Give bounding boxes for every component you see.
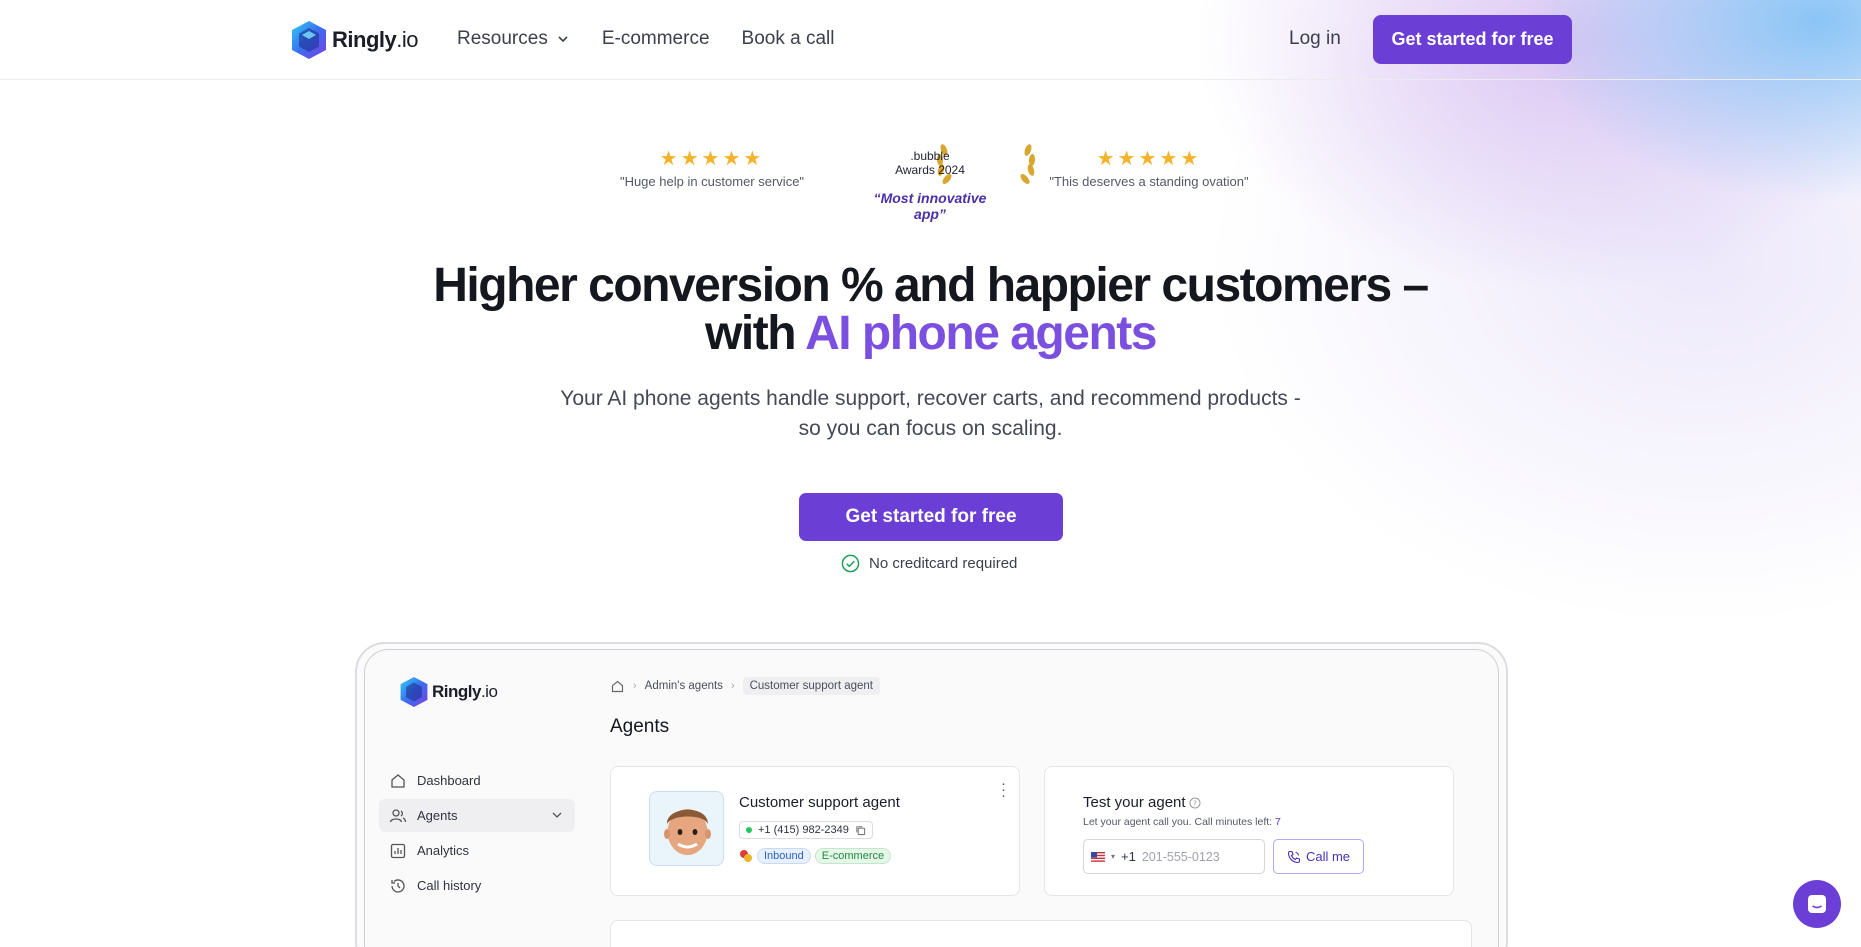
sidebar-item-label: Call history	[417, 878, 482, 893]
phone-placeholder: 201-555-0123	[1141, 849, 1220, 864]
award-brand: .bubble	[910, 149, 950, 163]
login-link[interactable]: Log in	[1289, 28, 1341, 50]
call-me-label: Call me	[1305, 849, 1351, 864]
sidebar-item-call-history[interactable]: Call history	[379, 869, 575, 902]
sidebar-item-label: Agents	[417, 808, 458, 823]
page-title: Agents	[610, 716, 670, 737]
headline-line-1: Higher conversion % and happier customer…	[433, 259, 1429, 312]
sidebar-item-label: Dashboard	[417, 773, 481, 788]
nav-links: Resources E-commerce Book a call	[457, 28, 834, 50]
test-agent-card: Test your agent ? Let your agent call yo…	[1044, 766, 1454, 896]
subheading-line-2: so you can focus on scaling.	[798, 417, 1063, 440]
laurel-icon: .bubble Awards 2024	[874, 140, 1036, 188]
country-code: +1	[1121, 849, 1136, 864]
chevron-down-icon	[552, 812, 562, 818]
bubble-award: .bubble Awards 2024 “Most innovative app”	[860, 140, 1036, 222]
call-minutes-info: Let your agent call you. Call minutes le…	[1083, 816, 1281, 828]
more-options-icon[interactable]: · · ·	[1001, 776, 1006, 803]
review-left: ★★★★★ "Huge help in customer service"	[618, 146, 806, 189]
chevron-down-icon[interactable]: ▾	[1111, 852, 1115, 861]
get-started-nav-button[interactable]: Get started for free	[1373, 15, 1572, 64]
call-minutes-label: Let your agent call you. Call minutes le…	[1083, 816, 1276, 828]
app-logo-main: Ringly	[432, 682, 481, 701]
award-year: Awards 2024	[895, 163, 965, 177]
review-quote: "Huge help in customer service"	[619, 174, 805, 189]
hero-headline: Higher conversion % and happier customer…	[0, 262, 1861, 358]
chat-launcher-button[interactable]	[1793, 880, 1841, 928]
chart-icon	[390, 843, 406, 858]
nav-ecommerce[interactable]: E-commerce	[602, 28, 710, 50]
nav-book-call[interactable]: Book a call	[742, 28, 835, 50]
app-preview-screen: Ringly.io Dashboard Agents Analytics Cal…	[364, 649, 1499, 947]
copy-icon[interactable]	[855, 825, 866, 836]
language-flags-icon	[740, 850, 752, 862]
chevron-right-icon: ›	[730, 680, 735, 692]
tag-inbound: Inbound	[757, 848, 811, 864]
app-preview-frame: Ringly.io Dashboard Agents Analytics Cal…	[355, 642, 1508, 947]
headline-accent: AI phone agents	[805, 307, 1157, 360]
sidebar-item-dashboard[interactable]: Dashboard	[379, 764, 575, 797]
agent-name: Customer support agent	[739, 794, 900, 811]
clock-icon	[391, 878, 405, 893]
agent-phone: +1 (415) 982-2349	[739, 821, 873, 839]
status-dot-icon	[746, 827, 752, 833]
svg-text:?: ?	[1193, 799, 1197, 807]
star-rating: ★★★★★	[659, 148, 765, 170]
call-me-button[interactable]: Call me	[1273, 839, 1364, 874]
sidebar-item-agents[interactable]: Agents	[379, 799, 575, 832]
review-right: ★★★★★ "This deserves a standing ovation"	[1043, 146, 1255, 189]
test-agent-title: Test your agent ?	[1083, 794, 1201, 811]
agent-phone-number: +1 (415) 982-2349	[758, 824, 849, 836]
nav-resources[interactable]: Resources	[457, 28, 570, 50]
breadcrumb-parent[interactable]: Admin's agents	[645, 680, 723, 692]
award-quote: “Most innovative app”	[873, 190, 987, 222]
headline-line-2: with	[705, 307, 806, 360]
breadcrumb: › Admin's agents › Customer support agen…	[610, 677, 880, 695]
app-sidebar: Dashboard Agents Analytics Call history	[379, 764, 575, 904]
phone-number-input[interactable]: ▾ +1 201-555-0123	[1083, 839, 1265, 874]
top-nav: Ringly.io Resources E-commerce Book a ca…	[0, 0, 1861, 80]
chevron-down-icon	[558, 36, 568, 43]
users-icon	[389, 808, 407, 822]
no-creditcard-note: No creditcard required	[841, 554, 1017, 573]
get-started-hero-button[interactable]: Get started for free	[799, 493, 1063, 541]
agent-card[interactable]: Customer support agent +1 (415) 982-2349…	[610, 766, 1020, 896]
agents-table-card	[610, 920, 1472, 947]
hexagon-logo-icon	[400, 677, 428, 707]
star-rating: ★★★★★	[1096, 148, 1202, 170]
agent-avatar	[649, 791, 724, 866]
check-circle-icon	[841, 554, 860, 573]
subheading-line-1: Your AI phone agents handle support, rec…	[560, 387, 1301, 410]
agent-tags: Inbound E-commerce	[739, 848, 892, 864]
phone-call-icon	[1287, 850, 1301, 863]
test-agent-title-text: Test your agent	[1083, 794, 1186, 811]
no-creditcard-text: No creditcard required	[869, 555, 1018, 572]
us-flag-icon[interactable]	[1091, 851, 1105, 862]
home-icon	[391, 773, 405, 788]
sidebar-item-analytics[interactable]: Analytics	[379, 834, 575, 867]
chat-icon	[1808, 895, 1826, 913]
tag-ecommerce: E-commerce	[814, 848, 892, 864]
logo-wordmark: Ringly.io	[332, 27, 418, 52]
app-logo: Ringly.io	[399, 676, 498, 708]
chevron-right-icon: ›	[633, 680, 637, 692]
hero-subheading: Your AI phone agents handle support, rec…	[530, 384, 1331, 444]
home-icon[interactable]	[610, 679, 625, 694]
app-logo-tld: .io	[480, 682, 498, 701]
sidebar-item-label: Analytics	[417, 843, 470, 858]
breadcrumb-current: Customer support agent	[742, 677, 880, 695]
ringly-logo[interactable]: Ringly.io	[290, 20, 418, 60]
review-quote: "This deserves a standing ovation"	[1049, 174, 1249, 189]
call-minutes-value: 7	[1275, 816, 1281, 828]
help-icon[interactable]: ?	[1189, 797, 1201, 809]
hexagon-logo-icon	[292, 21, 326, 59]
